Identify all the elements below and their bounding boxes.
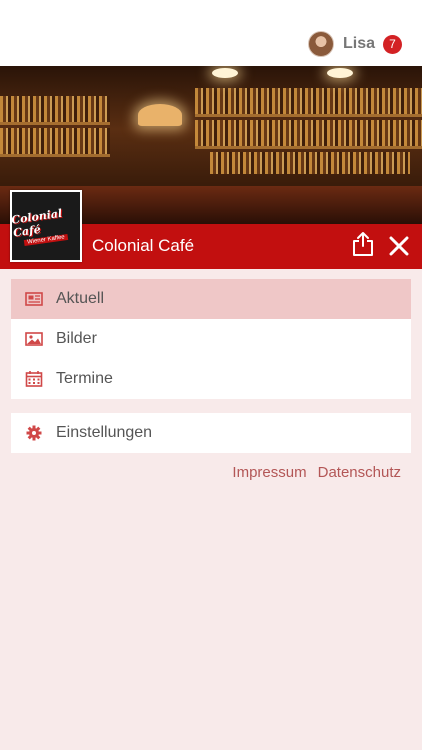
- main-menu: Aktuell Bilder Termine: [11, 279, 411, 399]
- menu-item-label: Einstellungen: [56, 424, 153, 441]
- settings-menu: Einstellungen: [11, 413, 411, 453]
- avatar[interactable]: [307, 31, 334, 57]
- cafe-logo: Colonial Café Wiener Kaffee: [10, 190, 82, 262]
- menu-item-bilder[interactable]: Bilder: [11, 319, 411, 359]
- gear-icon: [26, 425, 42, 441]
- close-button[interactable]: [388, 235, 410, 257]
- menu-item-label: Bilder: [56, 330, 97, 347]
- impressum-link[interactable]: Impressum: [232, 464, 306, 481]
- close-icon: [389, 236, 409, 256]
- footer-links: Impressum Datenschutz: [232, 464, 401, 481]
- notification-badge[interactable]: 7: [383, 34, 402, 54]
- menu-item-einstellungen[interactable]: Einstellungen: [11, 413, 411, 453]
- newspaper-icon: [25, 292, 43, 306]
- menu-item-label: Termine: [56, 370, 113, 387]
- image-icon: [25, 332, 43, 346]
- page-title: Colonial Café: [92, 236, 195, 255]
- user-name[interactable]: Lisa: [343, 35, 375, 53]
- top-bar: Lisa 7: [0, 0, 422, 66]
- logo-text: Colonial Café: [10, 206, 63, 240]
- share-icon: [353, 232, 373, 256]
- menu-item-aktuell[interactable]: Aktuell: [11, 279, 411, 319]
- calendar-icon: [25, 371, 43, 387]
- share-button[interactable]: [352, 231, 374, 257]
- datenschutz-link[interactable]: Datenschutz: [318, 464, 401, 481]
- menu-item-termine[interactable]: Termine: [11, 359, 411, 399]
- user-menu[interactable]: Lisa 7: [307, 30, 402, 58]
- menu-item-label: Aktuell: [56, 290, 105, 307]
